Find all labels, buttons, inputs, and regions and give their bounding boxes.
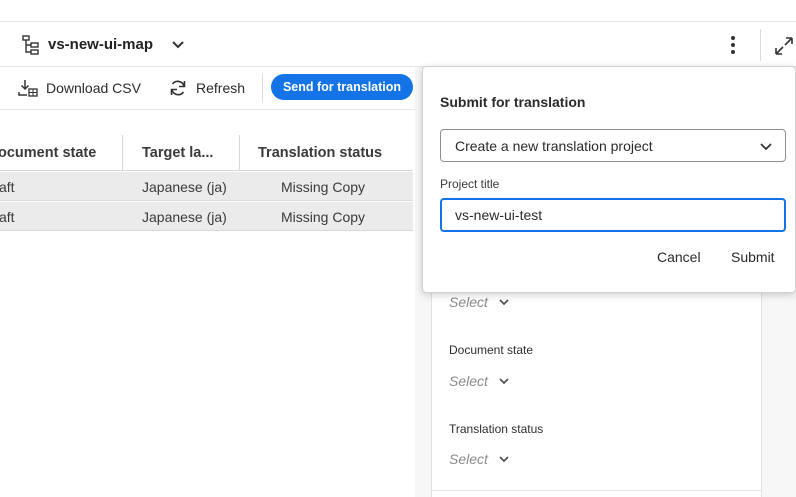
map-header: vs-new-ui-map — [0, 23, 796, 67]
chevron-down-icon — [499, 378, 509, 385]
filter-panel-divider — [431, 490, 762, 491]
download-csv-button[interactable]: Download CSV — [18, 75, 141, 101]
translation-status-select-value: Select — [449, 451, 488, 467]
chevron-down-icon — [760, 143, 772, 151]
expand-icon[interactable] — [773, 35, 795, 57]
column-resize-handle[interactable] — [239, 135, 240, 171]
map-title: vs-new-ui-map — [48, 36, 154, 53]
column-header-target-language[interactable]: Target la... — [142, 135, 236, 171]
translation-table: ocument state Target la... Translation s… — [0, 109, 415, 497]
cell-translation-status: Missing Copy — [281, 208, 366, 225]
filter-select-top[interactable]: Select — [449, 292, 510, 312]
translation-status-select[interactable]: Select — [449, 449, 510, 469]
table-header: ocument state Target la... Translation s… — [0, 135, 413, 171]
more-vertical-icon[interactable] — [724, 33, 742, 57]
download-csv-icon — [18, 80, 38, 97]
download-csv-label: Download CSV — [46, 80, 141, 96]
top-strip — [0, 0, 796, 22]
table-row[interactable]: aft Japanese (ja) Missing Copy — [0, 172, 413, 201]
chevron-down-icon — [499, 299, 509, 306]
translation-project-picker[interactable]: Create a new translation project — [440, 129, 786, 162]
project-title-input[interactable] — [440, 198, 786, 232]
filter-select-top-value: Select — [449, 294, 488, 310]
chevron-down-icon[interactable] — [170, 37, 186, 53]
cell-document-state: aft — [0, 178, 15, 195]
send-for-translation-button[interactable]: Send for translation — [271, 74, 413, 100]
translation-project-picker-value: Create a new translation project — [455, 137, 653, 154]
cell-translation-status: Missing Copy — [281, 178, 366, 195]
document-state-label: Document state — [449, 343, 534, 357]
app-root: vs-new-ui-map Download CSV Refresh Send … — [0, 0, 796, 497]
toolbar-divider — [262, 74, 263, 102]
cancel-button[interactable]: Cancel — [657, 249, 701, 265]
popover-title: Submit for translation — [440, 94, 586, 110]
column-resize-handle[interactable] — [122, 135, 123, 171]
refresh-button[interactable]: Refresh — [168, 75, 245, 101]
document-state-select[interactable]: Select — [449, 371, 510, 391]
submit-for-translation-popover: Submit for translation Create a new tran… — [422, 66, 796, 293]
document-state-select-value: Select — [449, 373, 488, 389]
cell-target-language: Japanese (ja) — [142, 208, 227, 225]
column-header-translation-status[interactable]: Translation status — [258, 135, 408, 171]
project-title-label: Project title — [440, 177, 500, 191]
translation-status-label: Translation status — [449, 422, 544, 436]
column-header-document-state[interactable]: ocument state — [0, 135, 118, 171]
chevron-down-icon — [499, 456, 509, 463]
header-divider — [760, 29, 761, 61]
table-row[interactable]: aft Japanese (ja) Missing Copy — [0, 202, 413, 231]
refresh-label: Refresh — [196, 80, 246, 96]
cell-document-state: aft — [0, 208, 15, 225]
map-tree-icon — [22, 35, 39, 55]
refresh-icon — [170, 80, 186, 96]
table-toolbar: Download CSV Refresh Send for translatio… — [0, 67, 415, 109]
submit-button[interactable]: Submit — [731, 249, 775, 265]
cell-target-language: Japanese (ja) — [142, 178, 227, 195]
